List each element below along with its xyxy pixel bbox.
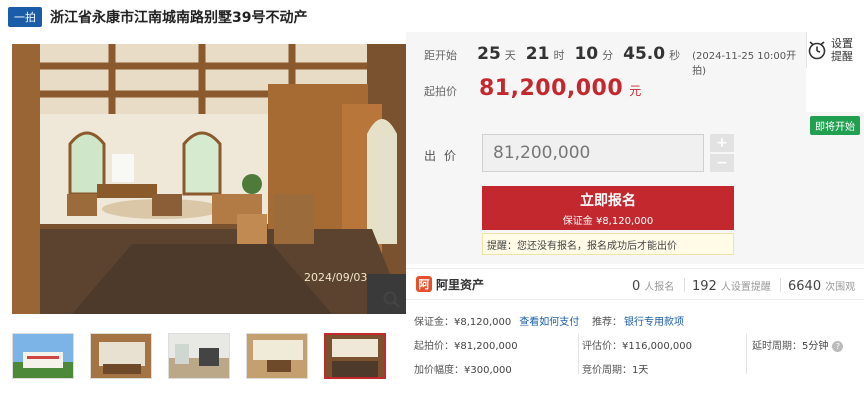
thumbnail-strip [12, 333, 386, 379]
countdown-hours: 21 [525, 44, 550, 64]
deposit-amount-label: 保证金 ¥8,120,000 [562, 215, 654, 227]
register-notice: 提醒：您还没有报名，报名成功后才能出价 [482, 233, 734, 255]
stats-bar: 阿 阿里资产 0 人报名 192 人设置提醒 6640 次围观 [406, 268, 864, 300]
increase-bid-button[interactable]: + [710, 134, 734, 152]
zoom-icon[interactable] [382, 290, 402, 310]
countdown-days-unit: 天 [504, 49, 516, 62]
register-now-button[interactable]: 立即报名 保证金 ¥8,120,000 [482, 186, 734, 230]
countdown-minutes-unit: 分 [602, 49, 614, 62]
extend-period-info: 延时周期：5分钟? [752, 337, 844, 352]
bid-panel: 出价 81,200,000 + − 立即报名 保证金 ¥8,120,000 提醒… [406, 112, 864, 264]
thumbnail-5-selected[interactable] [324, 333, 386, 379]
recommend-info: 推荐： 银行专用款项 [592, 317, 684, 328]
bid-stepper: + − [710, 134, 734, 174]
auction-summary-panel: 距开始 25 天 21 时 10 分 45.0 秒 (2024-11-25 10… [406, 32, 806, 112]
help-icon[interactable]: ? [832, 340, 844, 352]
remind-label-line1: 设置 [831, 37, 853, 50]
villa-interior-image: 2024/09/03 [12, 44, 406, 314]
ali-logo-icon: 阿 [416, 276, 432, 292]
register-button-label: 立即报名 [580, 192, 636, 209]
countdown-seconds: 45.0 [623, 44, 666, 64]
start-price-unit: 元 [629, 84, 642, 98]
page-title: 浙江省永康市江南城南路别墅39号不动产 [50, 10, 308, 26]
start-price-info: 起拍价：¥81,200,000 [414, 341, 518, 352]
status-badge: 即将开始 [810, 116, 860, 135]
org-name: 阿里资产 [436, 277, 485, 292]
countdown-label: 距开始 [424, 49, 457, 62]
bank-funds-link[interactable]: 银行专用款项 [624, 317, 684, 328]
deposit-info: 保证金：¥8,120,000 查看如何支付 [414, 317, 580, 328]
thumbnail-1[interactable] [12, 333, 74, 379]
start-price-label: 起拍价 [424, 85, 457, 98]
set-reminder-button[interactable]: 设置 提醒 [806, 32, 864, 68]
countdown-row: 距开始 25 天 21 时 10 分 45.0 秒 (2024-11-25 10… [424, 44, 806, 77]
countdown-seconds-unit: 秒 [669, 49, 681, 62]
thumbnail-3[interactable] [168, 333, 230, 379]
remind-label-line2: 提醒 [831, 50, 853, 63]
main-property-photo[interactable]: 2024/09/03 [12, 44, 406, 314]
ali-assets-logo[interactable]: 阿 阿里资产 [416, 276, 484, 293]
start-price-value: 81,200,000 [479, 76, 624, 101]
reminder-count: 192 人设置提醒 [692, 279, 771, 294]
auction-round-tag: 一拍 [8, 7, 42, 27]
bid-amount-input[interactable]: 81,200,000 [482, 134, 704, 172]
photo-timestamp: 2024/09/03 [304, 271, 367, 284]
bid-cycle-info: 竞价周期：1天 [582, 365, 649, 376]
countdown-hours-unit: 时 [553, 49, 565, 62]
countdown-days: 25 [477, 44, 501, 64]
countdown-minutes: 10 [574, 44, 599, 64]
start-price-row: 起拍价 81,200,000 元 [424, 76, 641, 101]
alarm-clock-icon [808, 41, 826, 60]
thumbnail-4[interactable] [246, 333, 308, 379]
thumbnail-2[interactable] [90, 333, 152, 379]
appraisal-info: 评估价：¥116,000,000 [582, 341, 692, 352]
increment-info: 加价幅度：¥300,000 [414, 365, 512, 376]
view-count: 6640 次围观 [788, 279, 856, 294]
decrease-bid-button[interactable]: − [710, 154, 734, 172]
auction-start-time: (2024-11-25 10:00开拍) [692, 51, 797, 77]
title-row: 一拍 浙江省永康市江南城南路别墅39号不动产 [8, 6, 307, 28]
how-to-pay-link[interactable]: 查看如何支付 [519, 317, 579, 328]
bid-label: 出价 [424, 149, 465, 163]
signup-count: 0 人报名 [632, 279, 675, 294]
